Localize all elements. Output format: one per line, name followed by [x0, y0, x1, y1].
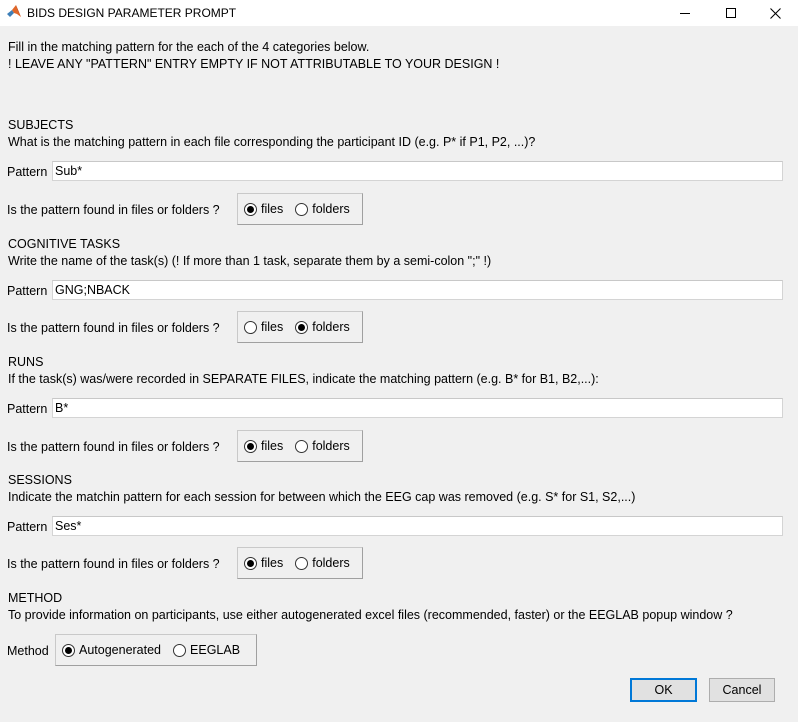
radio-unselected-icon — [295, 439, 309, 453]
maximize-icon — [726, 8, 736, 18]
runs-pattern-input[interactable] — [52, 398, 783, 418]
method-heading: METHOD — [8, 591, 63, 605]
runs-location-radio-group: files folders — [237, 430, 363, 462]
sessions-location-radio-group: files folders — [237, 547, 363, 579]
tasks-location-radio-group: files folders — [237, 311, 363, 343]
runs-folders-option[interactable]: folders — [295, 439, 350, 453]
method-eeglab-option[interactable]: EEGLAB — [173, 643, 240, 657]
sessions-description: Indicate the matchin pattern for each se… — [8, 490, 636, 504]
close-button[interactable] — [752, 0, 798, 26]
radio-selected-icon — [295, 320, 309, 334]
sessions-folders-option[interactable]: folders — [295, 556, 350, 570]
method-description: To provide information on participants, … — [8, 608, 733, 622]
radio-unselected-icon — [173, 643, 187, 657]
sessions-heading: SESSIONS — [8, 473, 72, 487]
tasks-files-option[interactable]: files — [244, 320, 283, 334]
window-title: BIDS DESIGN PARAMETER PROMPT — [27, 6, 237, 20]
runs-pattern-label: Pattern — [7, 402, 48, 416]
tasks-location-question: Is the pattern found in files or folders… — [7, 321, 220, 335]
sessions-pattern-label: Pattern — [7, 520, 48, 534]
intro-text: Fill in the matching pattern for the eac… — [8, 40, 370, 54]
ok-button[interactable]: OK — [630, 678, 697, 702]
subjects-location-question: Is the pattern found in files or folders… — [7, 203, 220, 217]
sessions-pattern-input[interactable] — [52, 516, 783, 536]
runs-files-option[interactable]: files — [244, 439, 283, 453]
radio-selected-icon — [62, 643, 75, 657]
runs-heading: RUNS — [8, 355, 44, 369]
radio-selected-icon — [244, 556, 257, 570]
cancel-button[interactable]: Cancel — [709, 678, 775, 702]
subjects-location-radio-group: files folders — [237, 193, 363, 225]
subjects-folders-option[interactable]: folders — [295, 202, 350, 216]
tasks-description: Write the name of the task(s) (! If more… — [8, 254, 492, 268]
radio-unselected-icon — [295, 202, 309, 216]
subjects-heading: SUBJECTS — [8, 118, 74, 132]
subjects-files-option[interactable]: files — [244, 202, 283, 216]
radio-unselected-icon — [295, 556, 309, 570]
runs-location-question: Is the pattern found in files or folders… — [7, 440, 220, 454]
subjects-pattern-input[interactable] — [52, 161, 783, 181]
matlab-icon — [7, 5, 21, 17]
tasks-pattern-input[interactable] — [52, 280, 783, 300]
sessions-files-option[interactable]: files — [244, 556, 283, 570]
method-radio-group: Autogenerated EEGLAB — [55, 634, 257, 666]
tasks-pattern-label: Pattern — [7, 284, 48, 298]
runs-description: If the task(s) was/were recorded in SEPA… — [8, 372, 599, 386]
radio-unselected-icon — [244, 320, 257, 334]
minimize-icon — [680, 13, 690, 14]
subjects-description: What is the matching pattern in each fil… — [8, 135, 536, 149]
sessions-location-question: Is the pattern found in files or folders… — [7, 557, 220, 571]
tasks-heading: COGNITIVE TASKS — [8, 237, 121, 251]
method-autogenerated-option[interactable]: Autogenerated — [62, 643, 161, 657]
subjects-pattern-label: Pattern — [7, 165, 48, 179]
radio-selected-icon — [244, 439, 257, 453]
intro-warning: ! LEAVE ANY "PATTERN" ENTRY EMPTY IF NOT… — [8, 57, 500, 71]
maximize-button[interactable] — [708, 0, 754, 26]
close-icon — [769, 7, 781, 19]
radio-selected-icon — [244, 202, 257, 216]
minimize-button[interactable] — [662, 0, 708, 26]
title-bar: BIDS DESIGN PARAMETER PROMPT — [0, 0, 798, 26]
method-label: Method — [7, 644, 49, 658]
tasks-folders-option[interactable]: folders — [295, 320, 350, 334]
